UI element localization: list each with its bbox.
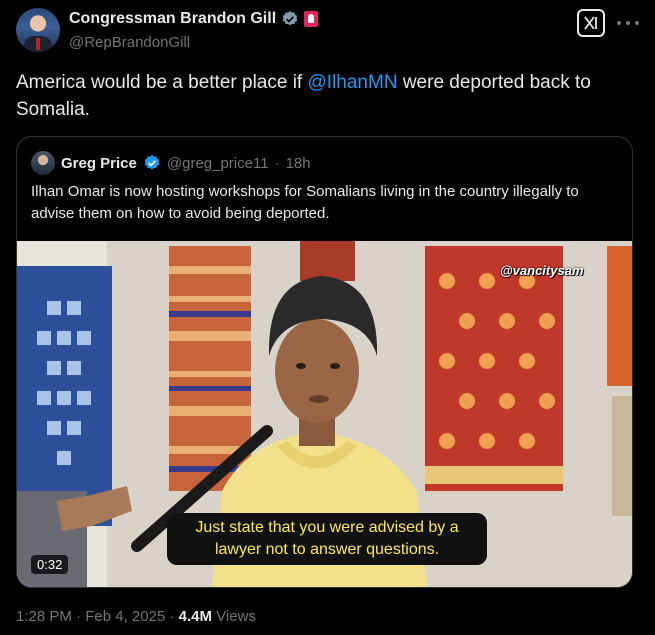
video-caption-line: Just state that you were advised by a <box>195 519 459 536</box>
video-caption-line: lawyer not to answer questions. <box>214 541 440 558</box>
post-date[interactable]: Feb 4, 2025 <box>85 608 165 625</box>
video-duration: 0:32 <box>31 555 69 574</box>
tweet-meta: 1:28 PM · Feb 4, 2025 · 4.4M Views <box>16 608 256 625</box>
quoted-tweet[interactable]: Greg Price @greg_price11 · 18h Ilhan Oma… <box>16 136 633 588</box>
separator-dot: · <box>169 608 175 625</box>
quoted-time[interactable]: 18h <box>286 155 311 172</box>
quoted-author-name[interactable]: Greg Price <box>61 155 137 172</box>
quoted-author-handle[interactable]: @greg_price11 <box>167 155 269 172</box>
separator-dot: · <box>76 608 82 625</box>
views-label: Views <box>216 608 256 625</box>
quoted-author-avatar[interactable] <box>31 151 55 175</box>
separator-dot: · <box>274 154 280 172</box>
author-handle[interactable]: @RepBrandonGill <box>69 34 190 51</box>
mention-link[interactable]: @IlhanMN <box>308 72 398 93</box>
author-name-row: Congressman Brandon Gill <box>69 10 319 28</box>
quoted-tweet-header: Greg Price @greg_price11 · 18h <box>31 151 311 175</box>
grok-icon[interactable] <box>577 9 605 37</box>
video-caption: Just state that you were advised by a la… <box>167 513 487 565</box>
video-watermark: @vancitysam <box>500 263 584 278</box>
tweet-text-part: America would be a better place if <box>16 72 308 93</box>
tweet-header: Congressman Brandon Gill @RepBrandonGill <box>16 8 639 54</box>
verified-blue-badge-icon <box>144 155 160 170</box>
author-avatar[interactable] <box>16 8 60 52</box>
post-time[interactable]: 1:28 PM <box>16 608 72 625</box>
government-flag-badge-icon <box>304 11 319 27</box>
tweet-text: America would be a better place if @Ilha… <box>16 69 636 123</box>
video-player[interactable]: @vancitysam Just state that you were adv… <box>17 241 632 587</box>
quoted-tweet-text: Ilhan Omar is now hosting workshops for … <box>31 183 579 222</box>
views-count[interactable]: 4.4M <box>179 608 212 625</box>
grok-glyph-icon <box>584 16 597 30</box>
more-options-icon[interactable] <box>617 14 639 32</box>
author-display-name[interactable]: Congressman Brandon Gill <box>69 10 276 28</box>
verified-gray-badge-icon <box>282 11 298 26</box>
